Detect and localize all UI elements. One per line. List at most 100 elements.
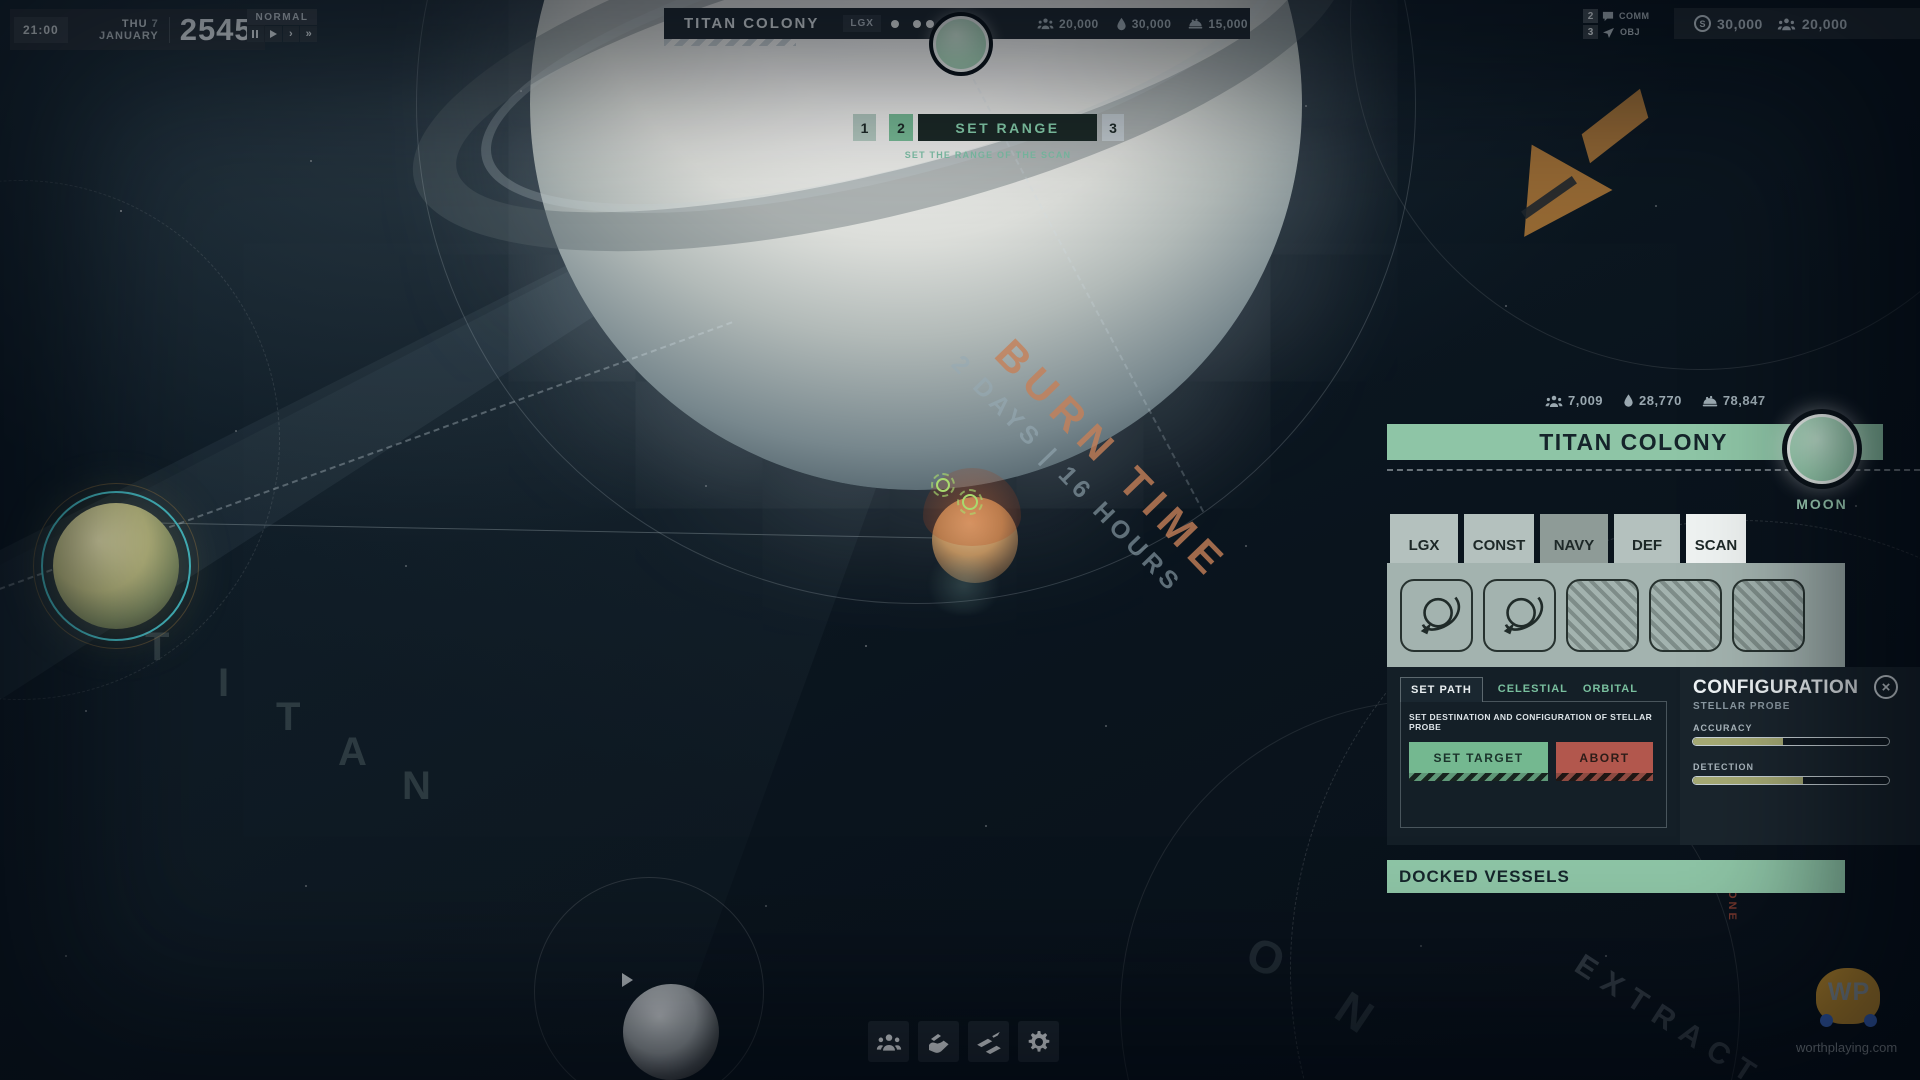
fast-forward-button[interactable]: › <box>283 26 300 42</box>
tab-celestial[interactable]: CELESTIAL <box>1498 677 1568 701</box>
credits-value: 30,000 <box>1717 16 1763 32</box>
comm-count: 2 <box>1583 9 1598 23</box>
comm-label: COMM <box>1619 11 1650 21</box>
dock-button[interactable] <box>918 1021 959 1062</box>
probe-planet-icon <box>1411 590 1463 642</box>
colony-avatar-planet <box>933 16 989 72</box>
configuration-subtitle: STELLAR PROBE <box>1693 701 1790 712</box>
tab-scan[interactable]: SCAN <box>1686 514 1746 563</box>
settings-button[interactable] <box>1018 1021 1059 1062</box>
food-resource: 15,000 <box>1188 17 1248 31</box>
fastest-icon: » <box>306 28 312 40</box>
colony-tab-bar: LGX CONST NAVY DEF SCAN <box>1390 514 1746 563</box>
global-resources-bar: S 30,000 20,000 <box>1674 8 1920 39</box>
population-resource: 7,009 <box>1545 393 1603 408</box>
close-button[interactable]: × <box>1874 675 1898 699</box>
set-target-button[interactable]: SET TARGET <box>1409 742 1548 773</box>
population-icon <box>1037 17 1054 30</box>
scan-step-3[interactable]: 3 <box>1102 114 1124 141</box>
comm-notification[interactable]: 2 COMM <box>1583 9 1679 23</box>
clock-time: 21:00 <box>14 17 68 43</box>
body-type-label: MOON <box>1782 496 1862 512</box>
tab-set-path[interactable]: SET PATH <box>1400 677 1483 702</box>
lgx-dot <box>913 20 921 28</box>
population-value: 20,000 <box>1059 17 1099 31</box>
objectives-count: 3 <box>1583 25 1598 39</box>
play-button[interactable] <box>265 26 282 42</box>
detection-label: DETECTION <box>1693 762 1754 772</box>
credits-icon: S <box>1694 15 1711 32</box>
probe-configuration-panel: CONFIGURATION STELLAR PROBE × ACCURACY D… <box>1680 667 1920 845</box>
moon-bottom[interactable] <box>623 984 719 1080</box>
probe-instruction: SET DESTINATION AND CONFIGURATION OF STE… <box>1409 712 1658 732</box>
settings-gear-icon <box>1027 1030 1051 1054</box>
selection-ring-outer <box>33 483 199 649</box>
scan-slots <box>1400 579 1805 652</box>
pause-icon <box>252 30 258 38</box>
empty-slot[interactable] <box>1566 579 1639 652</box>
probe-slot[interactable] <box>1483 579 1556 652</box>
selected-body-avatar[interactable] <box>1782 409 1862 489</box>
fleet-button[interactable] <box>968 1021 1009 1062</box>
fleet-icon <box>975 1030 1003 1054</box>
colony-title: TITAN COLONY <box>684 15 819 32</box>
accuracy-fill <box>1693 738 1783 745</box>
probe-slot[interactable] <box>1400 579 1473 652</box>
scan-step-1[interactable]: 1 <box>853 114 876 141</box>
tab-navy[interactable]: NAVY <box>1540 514 1608 563</box>
fuel-value: 30,000 <box>1132 17 1172 31</box>
orbit-circle <box>1350 0 1920 370</box>
watermark-logo-dot <box>1864 1014 1877 1027</box>
dock-icon <box>926 1030 952 1054</box>
fuel-resource: 28,770 <box>1623 393 1682 408</box>
abort-button[interactable]: ABORT <box>1556 742 1653 773</box>
pause-button[interactable] <box>247 26 264 42</box>
accuracy-slider[interactable] <box>1692 737 1890 746</box>
bottom-toolbar <box>868 1021 1059 1062</box>
topbar-resources: 20,000 30,000 15,000 <box>1037 8 1248 39</box>
tab-const[interactable]: CONST <box>1464 514 1534 563</box>
empty-slot[interactable] <box>1732 579 1805 652</box>
selected-body-planet <box>1787 414 1857 484</box>
year-label: 2545 <box>180 12 253 48</box>
game-speed-widget: NORMAL › » <box>247 9 317 42</box>
food-icon <box>1188 18 1203 29</box>
fastest-button[interactable]: » <box>300 26 317 42</box>
probe-target-marker[interactable] <box>962 494 978 510</box>
play-icon <box>270 30 277 38</box>
detection-fill <box>1693 777 1803 784</box>
probe-planet-icon <box>1494 590 1546 642</box>
lgx-badge: LGX <box>843 15 881 32</box>
watermark-logo-text: WP <box>1810 978 1888 1007</box>
objectives-notification[interactable]: 3 OBJ <box>1583 25 1679 39</box>
time-widget: 21:00 THU 7 JANUARY 2545 <box>10 9 265 50</box>
scan-step-active-label: SET RANGE <box>918 114 1097 141</box>
date-block: THU 7 JANUARY <box>81 18 159 42</box>
population-icon <box>1545 394 1563 408</box>
crew-button[interactable] <box>868 1021 909 1062</box>
scan-step-2[interactable]: 2 <box>889 114 913 141</box>
colony-avatar[interactable] <box>929 12 993 76</box>
probe-target-marker[interactable] <box>936 478 950 492</box>
fuel-icon <box>1116 17 1127 31</box>
game-viewport: BURN TIME 2 DAYS | 16 HOURS TITAN EXTRAC… <box>0 0 1920 1080</box>
map-region-letter: A <box>338 730 367 775</box>
watermark-site: worthplaying.com <box>1796 1040 1916 1055</box>
food-icon <box>1702 395 1718 407</box>
probe-path-panel: SET PATH CELESTIAL ORBITAL SET DESTINATI… <box>1387 667 1680 845</box>
detection-slider[interactable] <box>1692 776 1890 785</box>
tab-def[interactable]: DEF <box>1614 514 1680 563</box>
tab-orbital[interactable]: ORBITAL <box>1583 677 1638 701</box>
docked-vessels-header[interactable]: DOCKED VESSELS <box>1387 860 1845 893</box>
path-content-box: SET DESTINATION AND CONFIGURATION OF STE… <box>1400 701 1667 828</box>
objectives-icon <box>1602 27 1615 38</box>
speed-label: NORMAL <box>247 9 317 25</box>
configuration-title: CONFIGURATION <box>1693 677 1859 699</box>
fuel-resource: 30,000 <box>1116 17 1172 31</box>
food-resource: 78,847 <box>1702 393 1766 408</box>
empty-slot[interactable] <box>1649 579 1722 652</box>
fast-forward-icon: › <box>289 28 293 40</box>
population-resource: 20,000 <box>1037 17 1099 31</box>
scan-slot-band <box>1387 563 1845 667</box>
tab-lgx[interactable]: LGX <box>1390 514 1458 563</box>
